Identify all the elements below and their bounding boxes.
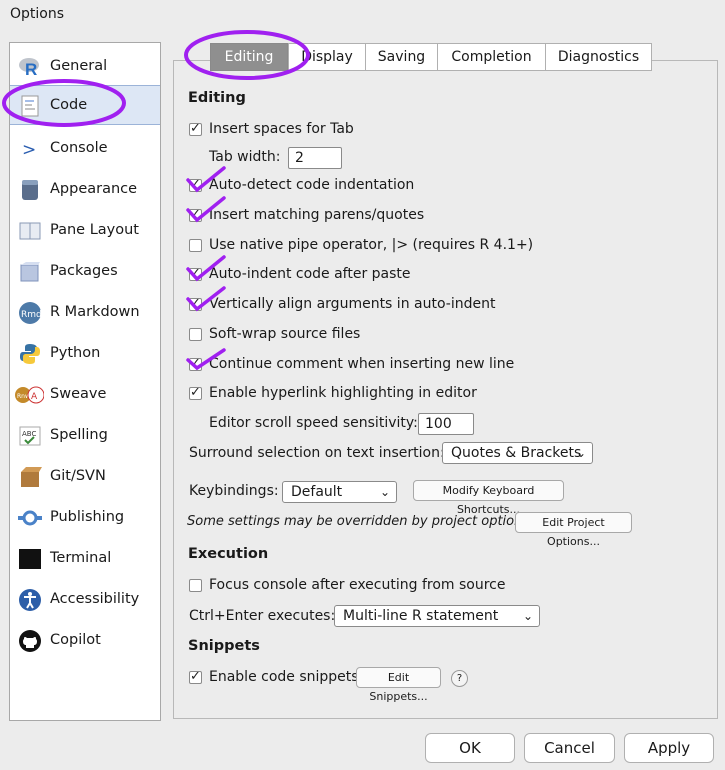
- section-title-editing: Editing: [188, 90, 246, 106]
- code-document-icon: [21, 95, 39, 117]
- git-box-icon: [21, 467, 42, 487]
- publishing-icon: [18, 510, 42, 526]
- vertical-align-checkbox[interactable]: [189, 296, 202, 311]
- auto-detect-checkbox[interactable]: [189, 177, 202, 192]
- packages-box-icon: [20, 262, 40, 282]
- sidebar-item-appearance[interactable]: Appearance: [10, 170, 160, 210]
- python-icon: [20, 344, 40, 364]
- keybindings-label: Keybindings:: [189, 483, 279, 499]
- section-title-snippets: Snippets: [188, 638, 260, 654]
- sidebar-item-spelling[interactable]: ABC Spelling: [10, 416, 160, 456]
- tab-completion[interactable]: Completion: [437, 43, 546, 71]
- tab-width-label: Tab width:: [209, 149, 281, 165]
- sidebar-item-publishing[interactable]: Publishing: [10, 498, 160, 538]
- sidebar-item-packages[interactable]: Packages: [10, 252, 160, 292]
- sweave-icon: Rnw A: [15, 386, 44, 404]
- soft-wrap-checkbox[interactable]: [189, 328, 202, 341]
- help-icon[interactable]: ?: [451, 670, 468, 687]
- r-logo-icon: R: [19, 58, 39, 79]
- options-sidebar: R General Code > Console Appearance Pane…: [9, 42, 161, 721]
- cancel-button[interactable]: Cancel: [524, 733, 615, 763]
- sidebar-item-copilot[interactable]: Copilot: [10, 621, 160, 661]
- project-options-note: Some settings may be overridden by proje…: [187, 514, 534, 529]
- auto-indent-checkbox[interactable]: [189, 266, 202, 281]
- ctrl-enter-select[interactable]: Multi-line R statement ⌄: [334, 605, 540, 627]
- chevron-down-icon: ⌄: [522, 609, 533, 623]
- keybindings-select[interactable]: Default ⌄: [282, 481, 397, 503]
- surround-label: Surround selection on text insertion:: [189, 445, 445, 461]
- window-title: Options: [10, 6, 65, 22]
- svg-text:ABC: ABC: [22, 430, 36, 438]
- native-pipe-checkbox[interactable]: [189, 239, 202, 252]
- sidebar-item-r-markdown[interactable]: Rmd R Markdown: [10, 293, 160, 333]
- tab-saving[interactable]: Saving: [365, 43, 438, 71]
- tab-diagnostics[interactable]: Diagnostics: [545, 43, 652, 71]
- ok-button[interactable]: OK: [425, 733, 515, 763]
- terminal-icon: [19, 549, 41, 569]
- section-title-execution: Execution: [188, 546, 269, 562]
- sidebar-item-general[interactable]: R General: [10, 47, 160, 87]
- tab-width-input[interactable]: 2: [288, 147, 342, 169]
- insert-matching-checkbox[interactable]: [189, 207, 202, 222]
- title-bar: Options: [0, 0, 725, 30]
- svg-text:R: R: [25, 60, 37, 79]
- apply-button[interactable]: Apply: [624, 733, 714, 763]
- sidebar-item-terminal[interactable]: Terminal: [10, 539, 160, 579]
- scroll-speed-input[interactable]: 100: [418, 413, 474, 435]
- github-icon: [19, 630, 41, 652]
- modify-shortcuts-button[interactable]: Modify Keyboard Shortcuts...: [413, 480, 564, 516]
- sidebar-item-sweave[interactable]: Rnw A Sweave: [10, 375, 160, 415]
- edit-snippets-button[interactable]: Edit Snippets...: [356, 667, 441, 703]
- ctrl-enter-label: Ctrl+Enter executes:: [189, 608, 336, 624]
- focus-console-checkbox[interactable]: [189, 579, 202, 592]
- sidebar-item-code[interactable]: Code: [10, 85, 160, 125]
- accessibility-icon: [19, 589, 41, 611]
- sidebar-item-git-svn[interactable]: Git/SVN: [10, 457, 160, 497]
- chevron-down-icon: ⌄: [575, 446, 586, 460]
- svg-text:>: >: [22, 140, 36, 160]
- rmd-icon: Rmd: [19, 302, 42, 324]
- console-prompt-icon: >: [22, 140, 36, 160]
- pane-layout-icon: [19, 222, 41, 240]
- hyperlink-checkbox[interactable]: [189, 385, 202, 400]
- sidebar-item-pane-layout[interactable]: Pane Layout: [10, 211, 160, 251]
- appearance-jar-icon: [22, 180, 38, 200]
- sidebar-item-console[interactable]: > Console: [10, 129, 160, 169]
- sidebar-item-python[interactable]: Python: [10, 334, 160, 374]
- surround-select[interactable]: Quotes & Brackets ⌄: [442, 442, 593, 464]
- spelling-abc-icon: ABC: [19, 426, 41, 446]
- tab-display[interactable]: Display: [288, 43, 366, 71]
- insert-spaces-checkbox[interactable]: [189, 121, 202, 136]
- svg-text:Rmd: Rmd: [21, 310, 42, 320]
- sidebar-item-accessibility[interactable]: Accessibility: [10, 580, 160, 620]
- chevron-down-icon: ⌄: [379, 485, 390, 499]
- tab-editing[interactable]: Editing: [210, 43, 288, 71]
- enable-snippets-checkbox[interactable]: [189, 669, 202, 684]
- continue-comment-checkbox[interactable]: [189, 356, 202, 371]
- svg-text:A: A: [31, 392, 38, 402]
- edit-project-options-button[interactable]: Edit Project Options...: [515, 512, 632, 548]
- scroll-speed-label: Editor scroll speed sensitivity:: [209, 415, 418, 431]
